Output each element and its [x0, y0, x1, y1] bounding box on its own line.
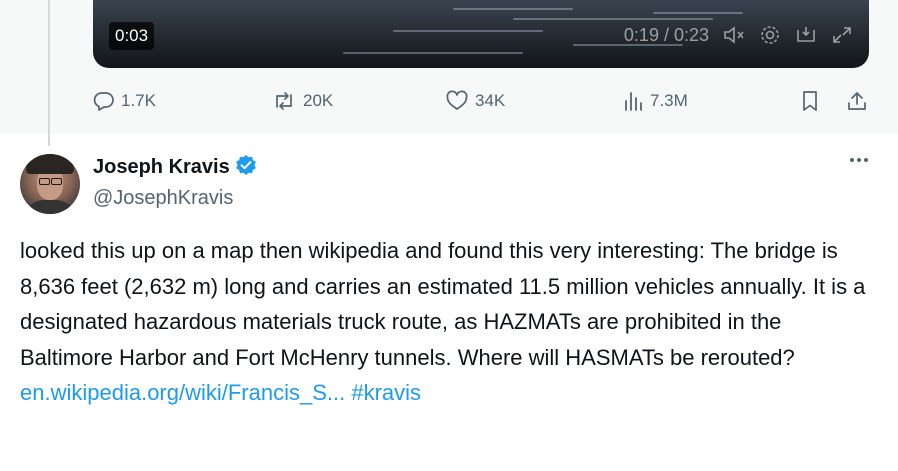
tweet-text: looked this up on a map then wikipedia a… — [20, 233, 870, 411]
verified-badge-icon[interactable] — [235, 154, 257, 181]
tweet-header: Joseph Kravis @JosephKravis — [0, 150, 898, 220]
reply-button[interactable]: 1.7K — [93, 90, 156, 112]
wikipedia-link[interactable]: en.wikipedia.org/wiki/Francis_S... — [20, 380, 345, 405]
tweet-action-bar: 1.7K 20K 34K 7.3M — [0, 86, 898, 120]
repost-count: 20K — [303, 91, 334, 110]
pip-icon[interactable] — [795, 25, 817, 45]
avatar[interactable] — [20, 154, 80, 214]
like-button[interactable]: 34K — [445, 90, 505, 112]
fullscreen-icon[interactable] — [831, 25, 853, 45]
views-icon — [622, 90, 644, 112]
author-name-line: Joseph Kravis — [93, 154, 257, 181]
settings-icon[interactable] — [759, 24, 781, 46]
author-handle[interactable]: @JosephKravis — [93, 187, 233, 210]
views-count: 7.3M — [650, 91, 688, 110]
share-button[interactable] — [846, 90, 868, 112]
video-time-readout: 0:19 / 0:23 — [623, 24, 709, 45]
video-player[interactable]: 0:03 0:19 / 0:23 — [93, 0, 869, 68]
video-controls: 0:19 / 0:23 — [624, 24, 853, 46]
thread-connector-line — [48, 0, 50, 146]
bookmark-icon — [800, 90, 820, 112]
more-icon[interactable] — [850, 158, 868, 162]
repost-button[interactable]: 20K — [271, 90, 333, 112]
reply-count: 1.7K — [121, 91, 156, 110]
like-icon — [445, 90, 469, 112]
share-icon — [846, 90, 868, 112]
tweet-body: looked this up on a map then wikipedia a… — [20, 238, 866, 370]
hashtag-link[interactable]: #kravis — [351, 380, 421, 405]
bookmark-button[interactable] — [800, 90, 820, 112]
reply-icon — [93, 90, 115, 112]
views-button[interactable]: 7.3M — [622, 90, 688, 112]
like-count: 34K — [475, 91, 506, 110]
video-elapsed-badge: 0:03 — [109, 22, 155, 50]
author-display-name[interactable]: Joseph Kravis — [93, 156, 230, 179]
mute-icon[interactable] — [723, 25, 745, 45]
repost-icon — [271, 90, 297, 112]
